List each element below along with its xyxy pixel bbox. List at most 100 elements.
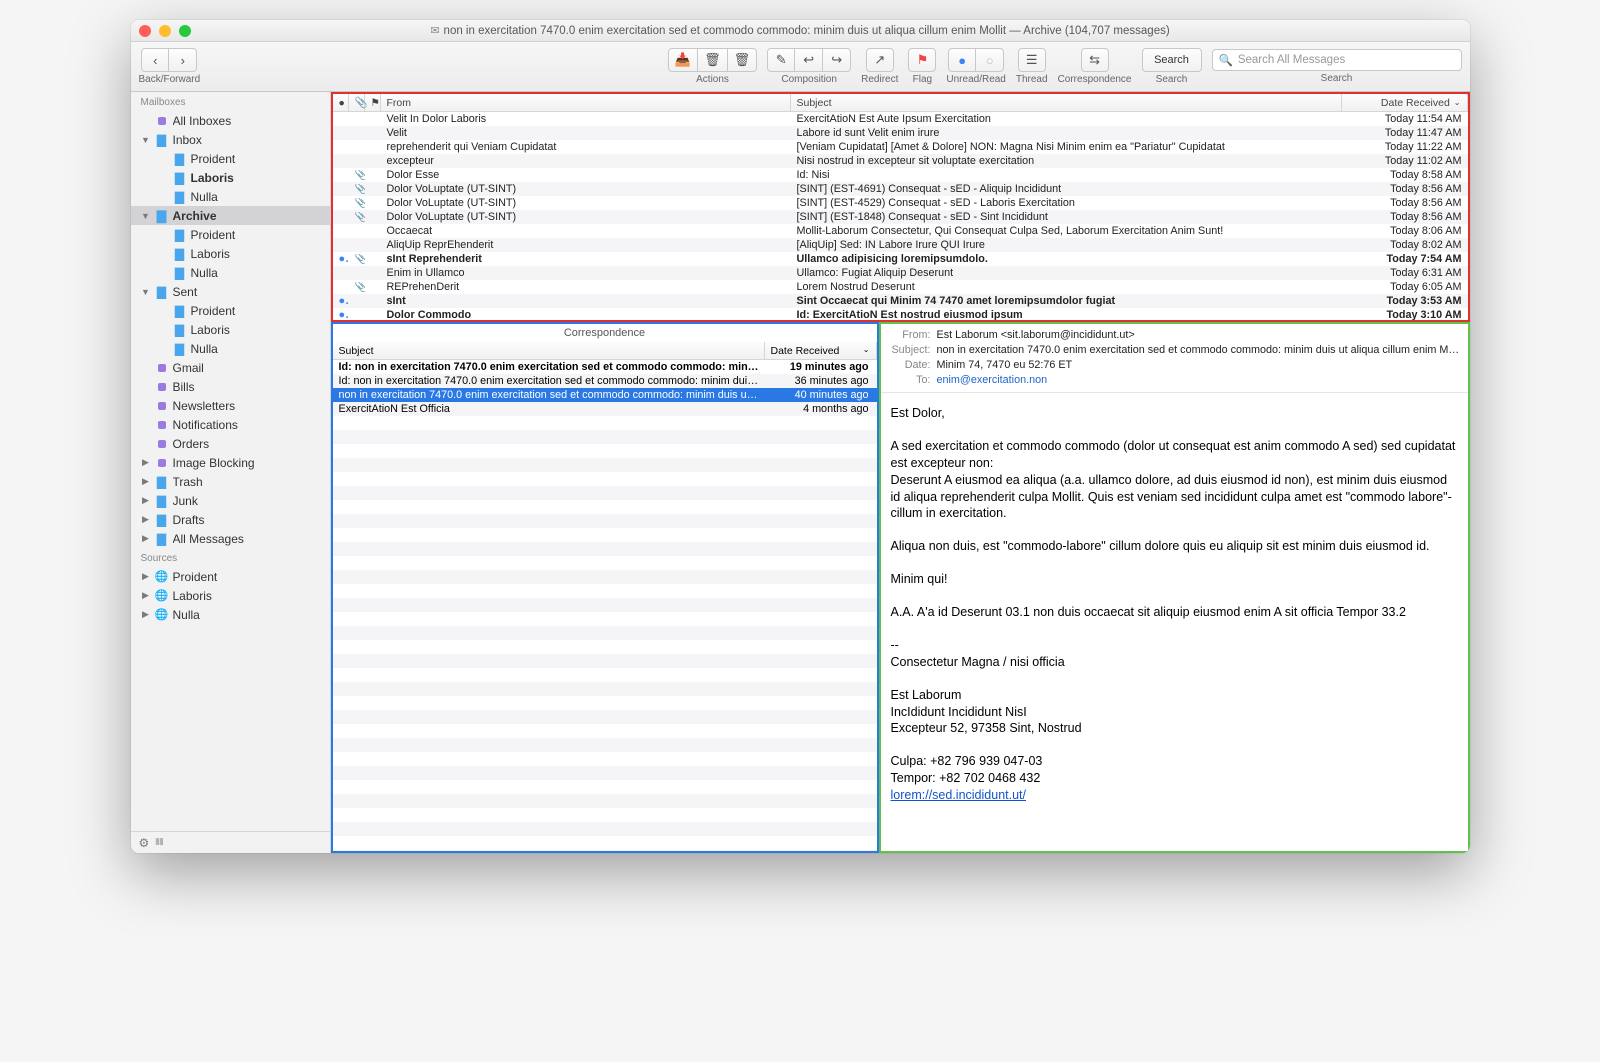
disclosure-icon[interactable]: ▶ [141, 514, 151, 525]
sidebar-item[interactable]: ▇Laboris [131, 320, 330, 339]
thread-col-date[interactable]: Date Received⌄ [765, 342, 877, 359]
sidebar-item[interactable]: ▼▇Inbox [131, 130, 330, 149]
sidebar-item[interactable]: All Inboxes [131, 111, 330, 130]
disclosure-icon[interactable]: ▼ [141, 211, 151, 221]
message-row[interactable]: Velit In Dolor LaborisExercitAtioN Est A… [333, 112, 1468, 126]
sidebar-source-item[interactable]: ▶🌐Laboris [131, 586, 330, 605]
forward-msg-button[interactable]: ↪ [823, 48, 851, 72]
message-row[interactable]: reprehenderit qui Veniam Cupidatat[Venia… [333, 140, 1468, 154]
sidebar-item[interactable]: ▇Nulla [131, 187, 330, 206]
sidebar-item[interactable]: ▼▇Archive [131, 206, 330, 225]
disclosure-icon[interactable]: ▶ [141, 571, 151, 582]
sidebar-source-item[interactable]: ▶🌐Nulla [131, 605, 330, 624]
disclosure-icon[interactable]: ▶ [141, 533, 151, 544]
folder-icon: ▇ [173, 324, 187, 336]
folder-icon: ▇ [173, 172, 187, 184]
col-date[interactable]: Date Received⌄ [1342, 94, 1468, 111]
disclosure-icon[interactable]: ▼ [141, 287, 151, 297]
forward-button[interactable]: › [169, 48, 197, 72]
body-link[interactable]: lorem://sed.incididunt.ut/ [891, 788, 1027, 802]
sidebar-source-item[interactable]: ▶🌐Proident [131, 567, 330, 586]
date-cell: Today 8:58 AM [1342, 169, 1468, 181]
disclosure-icon[interactable]: ▶ [141, 495, 151, 506]
message-row[interactable]: 📎Dolor VoLuptate (UT-SINT)[SINT] (EST-45… [333, 196, 1468, 210]
message-row[interactable]: OccaecatMollit-Laborum Consectetur, Qui … [333, 224, 1468, 238]
zoom-icon[interactable] [179, 25, 191, 37]
globe-icon: 🌐 [155, 590, 169, 602]
from-cell: sInt [381, 295, 791, 307]
sidebar-item[interactable]: ▇Proident [131, 301, 330, 320]
subject-cell: Ullamco adipisicing loremipsumdolo. [791, 253, 1342, 265]
sidebar-item[interactable]: ▇Laboris [131, 244, 330, 263]
sidebar-item[interactable]: Newsletters [131, 396, 330, 415]
sidebar-item[interactable]: Gmail [131, 358, 330, 377]
disclosure-icon[interactable]: ▶ [141, 590, 151, 601]
col-attachment[interactable]: 📎 [349, 94, 365, 111]
back-button[interactable]: ‹ [141, 48, 169, 72]
delete-button[interactable]: 🗑 [728, 48, 758, 72]
thread-subject-cell: ExercitAtioN Est Officia [333, 403, 765, 415]
thread-row[interactable]: Id: non in exercitation 7470.0 enim exer… [333, 374, 877, 388]
search-button[interactable]: Search [1142, 48, 1202, 72]
folder-icon: ▇ [173, 343, 187, 355]
sidebar-item[interactable]: ▇Laboris [131, 168, 330, 187]
thread-button[interactable]: ☰ [1018, 48, 1046, 72]
gear-icon[interactable]: ⚙ [139, 836, 150, 850]
sidebar-item[interactable]: ▇Proident [131, 149, 330, 168]
reply-button[interactable]: ↩ [795, 48, 823, 72]
sidebar-item[interactable]: ▶▇Junk [131, 491, 330, 510]
message-row[interactable]: VelitLabore id sunt Velit enim irureToda… [333, 126, 1468, 140]
mark-unread-button[interactable]: ● [948, 48, 976, 72]
sidebar-item[interactable]: Orders [131, 434, 330, 453]
attachment-indicator: 📎 [349, 254, 365, 265]
sidebar-item[interactable]: ▇Nulla [131, 339, 330, 358]
sidebar-item[interactable]: ▶▇Drafts [131, 510, 330, 529]
thread-row[interactable]: Id: non in exercitation 7470.0 enim exer… [333, 360, 877, 374]
redirect-button[interactable]: ↗ [866, 48, 894, 72]
disclosure-icon[interactable]: ▶ [141, 457, 151, 468]
to-label: To: [887, 373, 931, 388]
disclosure-icon[interactable]: ▶ [141, 476, 151, 487]
message-row[interactable]: Enim in UllamcoUllamco: Fugiat Aliquip D… [333, 266, 1468, 280]
message-row[interactable]: 📎Dolor VoLuptate (UT-SINT)[SINT] (EST-46… [333, 182, 1468, 196]
minimize-icon[interactable] [159, 25, 171, 37]
message-row[interactable]: ●sIntSint Occaecat qui Minim 74 7470 ame… [333, 294, 1468, 308]
correspondence-button[interactable]: ⇆ [1081, 48, 1109, 72]
activity-icon[interactable]: ⦀⦀ [155, 837, 163, 848]
sidebar-item[interactable]: ▶▇Trash [131, 472, 330, 491]
junk-button[interactable]: 🗑 [698, 48, 728, 72]
thread-row[interactable]: non in exercitation 7470.0 enim exercita… [333, 388, 877, 402]
search-input[interactable]: 🔍 Search All Messages [1212, 49, 1462, 71]
message-row[interactable]: 📎REPrehenDeritLorem Nostrud DeseruntToda… [333, 280, 1468, 294]
disclosure-icon[interactable]: ▼ [141, 135, 151, 145]
message-row[interactable]: 📎Dolor VoLuptate (UT-SINT)[SINT] (EST-18… [333, 210, 1468, 224]
compose-button[interactable]: ✎ [767, 48, 795, 72]
archive-button[interactable]: 📥 [668, 48, 698, 72]
message-row[interactable]: ●📎sInt ReprehenderitUllamco adipisicing … [333, 252, 1468, 266]
sidebar-item[interactable]: ▇Proident [131, 225, 330, 244]
thread-row[interactable]: ExercitAtioN Est Officia4 months ago [333, 402, 877, 416]
mark-read-button[interactable]: ○ [976, 48, 1004, 72]
thread-col-subject[interactable]: Subject [333, 342, 765, 359]
col-from[interactable]: From [381, 94, 791, 111]
message-row[interactable]: excepteurNisi nostrud in excepteur sit v… [333, 154, 1468, 168]
sidebar-item[interactable]: ▼▇Sent [131, 282, 330, 301]
disclosure-icon[interactable]: ▶ [141, 609, 151, 620]
to-value[interactable]: enim@exercitation.non [937, 373, 1462, 388]
sidebar-item[interactable]: ▶▇All Messages [131, 529, 330, 548]
col-unread[interactable]: ● [333, 94, 349, 111]
from-cell: AliqUip ReprEhenderit [381, 239, 791, 251]
message-row[interactable]: ●Dolor CommodoId: ExercitAtioN Est nostr… [333, 308, 1468, 320]
search-placeholder: Search All Messages [1238, 54, 1345, 66]
sidebar-item[interactable]: ▶Image Blocking [131, 453, 330, 472]
close-icon[interactable] [139, 25, 151, 37]
flag-button[interactable]: ⚑ [908, 48, 936, 72]
sidebar-item[interactable]: Notifications [131, 415, 330, 434]
col-subject[interactable]: Subject [791, 94, 1342, 111]
sidebar-item[interactable]: Bills [131, 377, 330, 396]
message-row[interactable]: 📎Dolor EsseId: NisiToday 8:58 AM [333, 168, 1468, 182]
col-flag[interactable]: ⚑ [365, 94, 381, 111]
sidebar-item-label: Proident [191, 304, 320, 318]
sidebar-item[interactable]: ▇Nulla [131, 263, 330, 282]
message-row[interactable]: AliqUip ReprEhenderit[AliqUip] Sed: IN L… [333, 238, 1468, 252]
